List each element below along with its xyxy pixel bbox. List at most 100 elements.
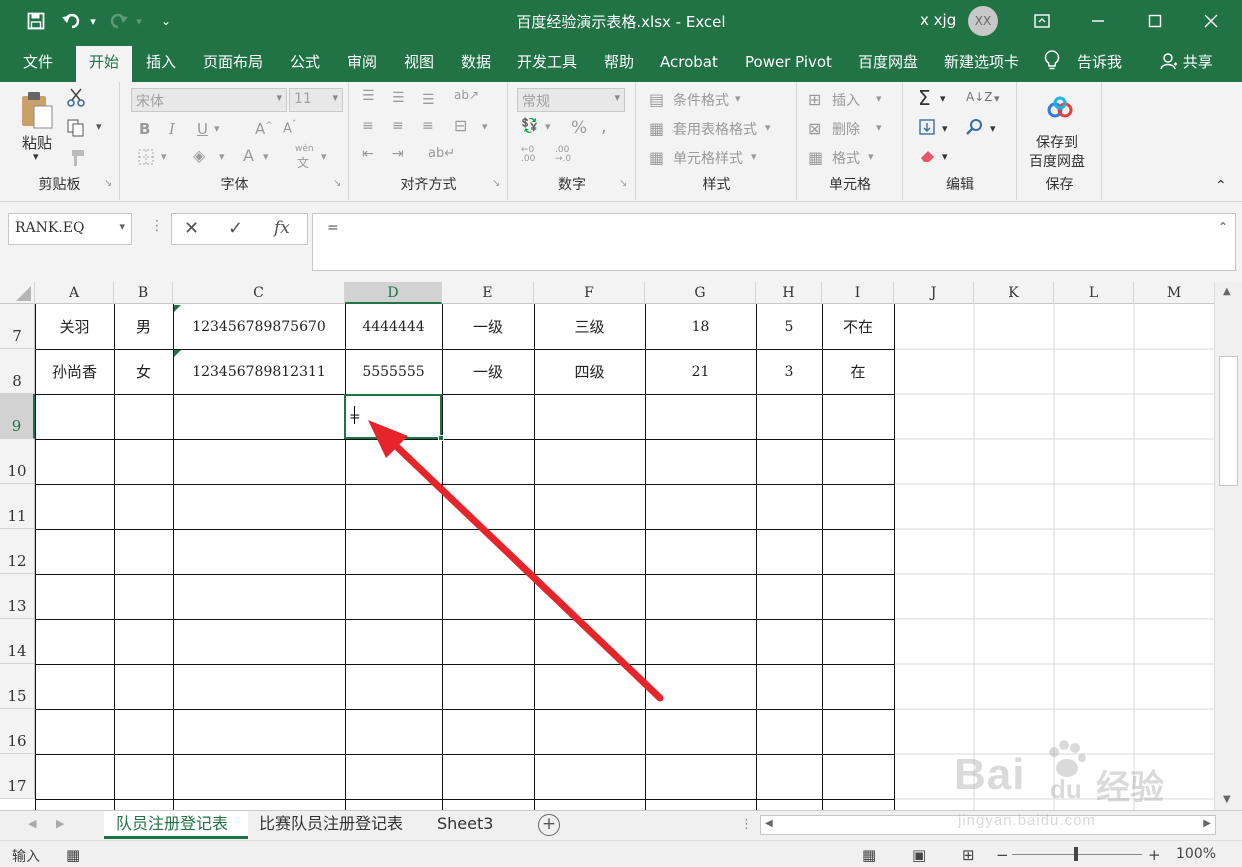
borders-dropdown-icon[interactable]: ▾ [161, 150, 167, 163]
row-header-16[interactable]: 16 [0, 709, 35, 754]
underline-dropdown-icon[interactable]: ▾ [214, 122, 220, 135]
paste-icon[interactable] [20, 90, 54, 134]
row-header-14[interactable]: 14 [0, 619, 35, 664]
delete-cells-dropdown-icon[interactable]: ▾ [876, 121, 882, 134]
row-header-8[interactable]: 8 [0, 349, 35, 394]
sheet-tab-3[interactable]: Sheet3 [437, 811, 493, 839]
tab-formulas[interactable]: 公式 [290, 52, 320, 82]
decrease-decimal-icon[interactable]: .00 →.0 [555, 146, 571, 164]
minimize-icon[interactable] [1084, 8, 1112, 34]
find-select-dropdown-icon[interactable]: ▾ [990, 122, 996, 135]
merge-center-icon[interactable]: ⊟ [454, 116, 467, 135]
autosum-dropdown-icon[interactable]: ▾ [940, 92, 946, 105]
align-middle-icon[interactable]: ☰ [392, 90, 405, 106]
row-header-7[interactable]: 7 [0, 304, 35, 349]
page-break-view-icon[interactable]: ⊞ [962, 846, 975, 864]
add-sheet-icon[interactable]: + [538, 814, 560, 836]
cell-styles-dropdown-icon[interactable]: ▾ [751, 150, 757, 163]
conditional-format-dropdown-icon[interactable]: ▾ [735, 92, 741, 105]
row-header-11[interactable]: 11 [0, 484, 35, 529]
macro-record-icon[interactable]: ▦ [66, 846, 80, 864]
autosum-icon[interactable]: Σ [918, 86, 931, 110]
normal-view-icon[interactable]: ▦ [862, 846, 876, 864]
zoom-level[interactable]: 100% [1176, 846, 1216, 862]
tab-file[interactable]: 文件 [23, 52, 53, 82]
conditional-format-button[interactable]: 条件格式 [673, 90, 729, 110]
find-select-icon[interactable] [966, 118, 984, 140]
format-cells-button[interactable]: 格式 [832, 148, 860, 168]
clipboard-launcher-icon[interactable]: ↘ [104, 178, 112, 189]
cancel-icon[interactable]: ✕ [184, 218, 199, 239]
tab-new-tab[interactable]: 新建选项卡 [944, 52, 1019, 82]
accounting-format-icon[interactable]: 💱 [521, 118, 538, 134]
increase-indent-icon[interactable]: ⇥ [392, 146, 404, 162]
decrease-indent-icon[interactable]: ⇤ [362, 146, 374, 162]
font-name-select[interactable]: 宋体 [131, 88, 287, 112]
formula-bar-grip-icon[interactable]: ⋮ [150, 218, 164, 234]
format-as-table-dropdown-icon[interactable]: ▾ [765, 121, 771, 134]
fill-color-icon[interactable]: ◈ [193, 146, 205, 165]
format-as-table-button[interactable]: 套用表格格式 [673, 119, 757, 139]
align-left-icon[interactable]: ≡ [362, 118, 374, 134]
row-header-10[interactable]: 10 [0, 439, 35, 484]
save-to-netdisk-line1[interactable]: 保存到 [1036, 132, 1078, 152]
percent-style-icon[interactable]: % [571, 118, 587, 138]
tab-developer[interactable]: 开发工具 [517, 52, 577, 82]
bold-icon[interactable]: B [139, 120, 150, 138]
wrap-text-icon[interactable]: ab↵ [428, 146, 455, 161]
insert-cells-button[interactable]: 插入 [832, 90, 860, 110]
sort-filter-icon[interactable]: A↓Z [966, 90, 992, 104]
vertical-scrollbar[interactable]: ▲ ▼ [1214, 282, 1242, 810]
increase-decimal-icon[interactable]: ←0.00 [521, 146, 535, 164]
increase-font-icon[interactable]: A^ [255, 120, 273, 138]
zoom-out-icon[interactable]: − [996, 846, 1009, 864]
font-size-select[interactable]: 11 [289, 88, 343, 112]
scroll-down-icon[interactable]: ▼ [1223, 794, 1231, 805]
tab-view[interactable]: 视图 [404, 52, 434, 82]
clear-dropdown-icon[interactable]: ▾ [942, 150, 948, 163]
comma-style-icon[interactable]: , [601, 116, 607, 137]
expand-formula-bar-icon[interactable]: ⌃ [1218, 220, 1228, 234]
number-launcher-icon[interactable]: ↘ [619, 178, 627, 189]
align-center-icon[interactable]: ≡ [392, 118, 404, 134]
avatar[interactable]: XX [968, 6, 998, 36]
tab-baidu-netdisk[interactable]: 百度网盘 [858, 52, 918, 82]
page-layout-view-icon[interactable]: ▣ [912, 846, 926, 864]
share-button[interactable]: 共享 [1160, 52, 1213, 82]
fill-dropdown-icon[interactable]: ▾ [942, 122, 948, 135]
prev-sheet-icon[interactable]: ◀ [28, 817, 36, 830]
row-header-12[interactable]: 12 [0, 529, 35, 574]
italic-icon[interactable]: I [169, 120, 175, 138]
sheet-tab-2[interactable]: 比赛队员注册登记表 [259, 811, 403, 839]
maximize-icon[interactable] [1141, 8, 1169, 34]
sheet-tab-1[interactable]: 队员注册登记表 [104, 811, 248, 839]
cut-icon[interactable] [66, 88, 86, 112]
font-color-dropdown-icon[interactable]: ▾ [263, 150, 269, 163]
vertical-scroll-thumb[interactable] [1219, 356, 1238, 486]
scroll-left-icon[interactable]: ◀ [765, 818, 773, 829]
tab-home[interactable]: 开始 [76, 46, 132, 82]
alignment-launcher-icon[interactable]: ↘ [492, 178, 500, 189]
save-to-netdisk-line2[interactable]: 百度网盘 [1029, 151, 1085, 171]
sort-filter-dropdown-icon[interactable]: ▾ [994, 92, 1000, 105]
accounting-dropdown-icon[interactable]: ▾ [545, 120, 551, 133]
align-right-icon[interactable]: ≡ [422, 118, 434, 134]
next-sheet-icon[interactable]: ▶ [56, 817, 64, 830]
tab-insert[interactable]: 插入 [146, 52, 176, 82]
tell-me-search[interactable]: 告诉我 [1077, 52, 1122, 82]
decrease-font-icon[interactable]: Aˇ [283, 120, 296, 136]
zoom-in-icon[interactable]: + [1148, 846, 1161, 864]
scroll-right-icon[interactable]: ▶ [1203, 818, 1211, 829]
underline-icon[interactable]: U [197, 120, 208, 138]
align-top-icon[interactable]: ☰ [362, 88, 375, 104]
row-header-15[interactable]: 15 [0, 664, 35, 709]
baidu-netdisk-icon[interactable] [1046, 96, 1074, 124]
scroll-up-icon[interactable]: ▲ [1223, 286, 1231, 297]
formula-input[interactable]: = [312, 213, 1236, 271]
copy-dropdown-icon[interactable]: ▾ [96, 120, 102, 133]
orientation-icon[interactable]: ab↗ [454, 88, 479, 102]
cell-styles-button[interactable]: 单元格样式 [673, 148, 743, 168]
tab-data[interactable]: 数据 [461, 52, 491, 82]
phonetic-dropdown-icon[interactable]: ▾ [321, 150, 327, 163]
delete-cells-button[interactable]: 删除 [832, 119, 860, 139]
